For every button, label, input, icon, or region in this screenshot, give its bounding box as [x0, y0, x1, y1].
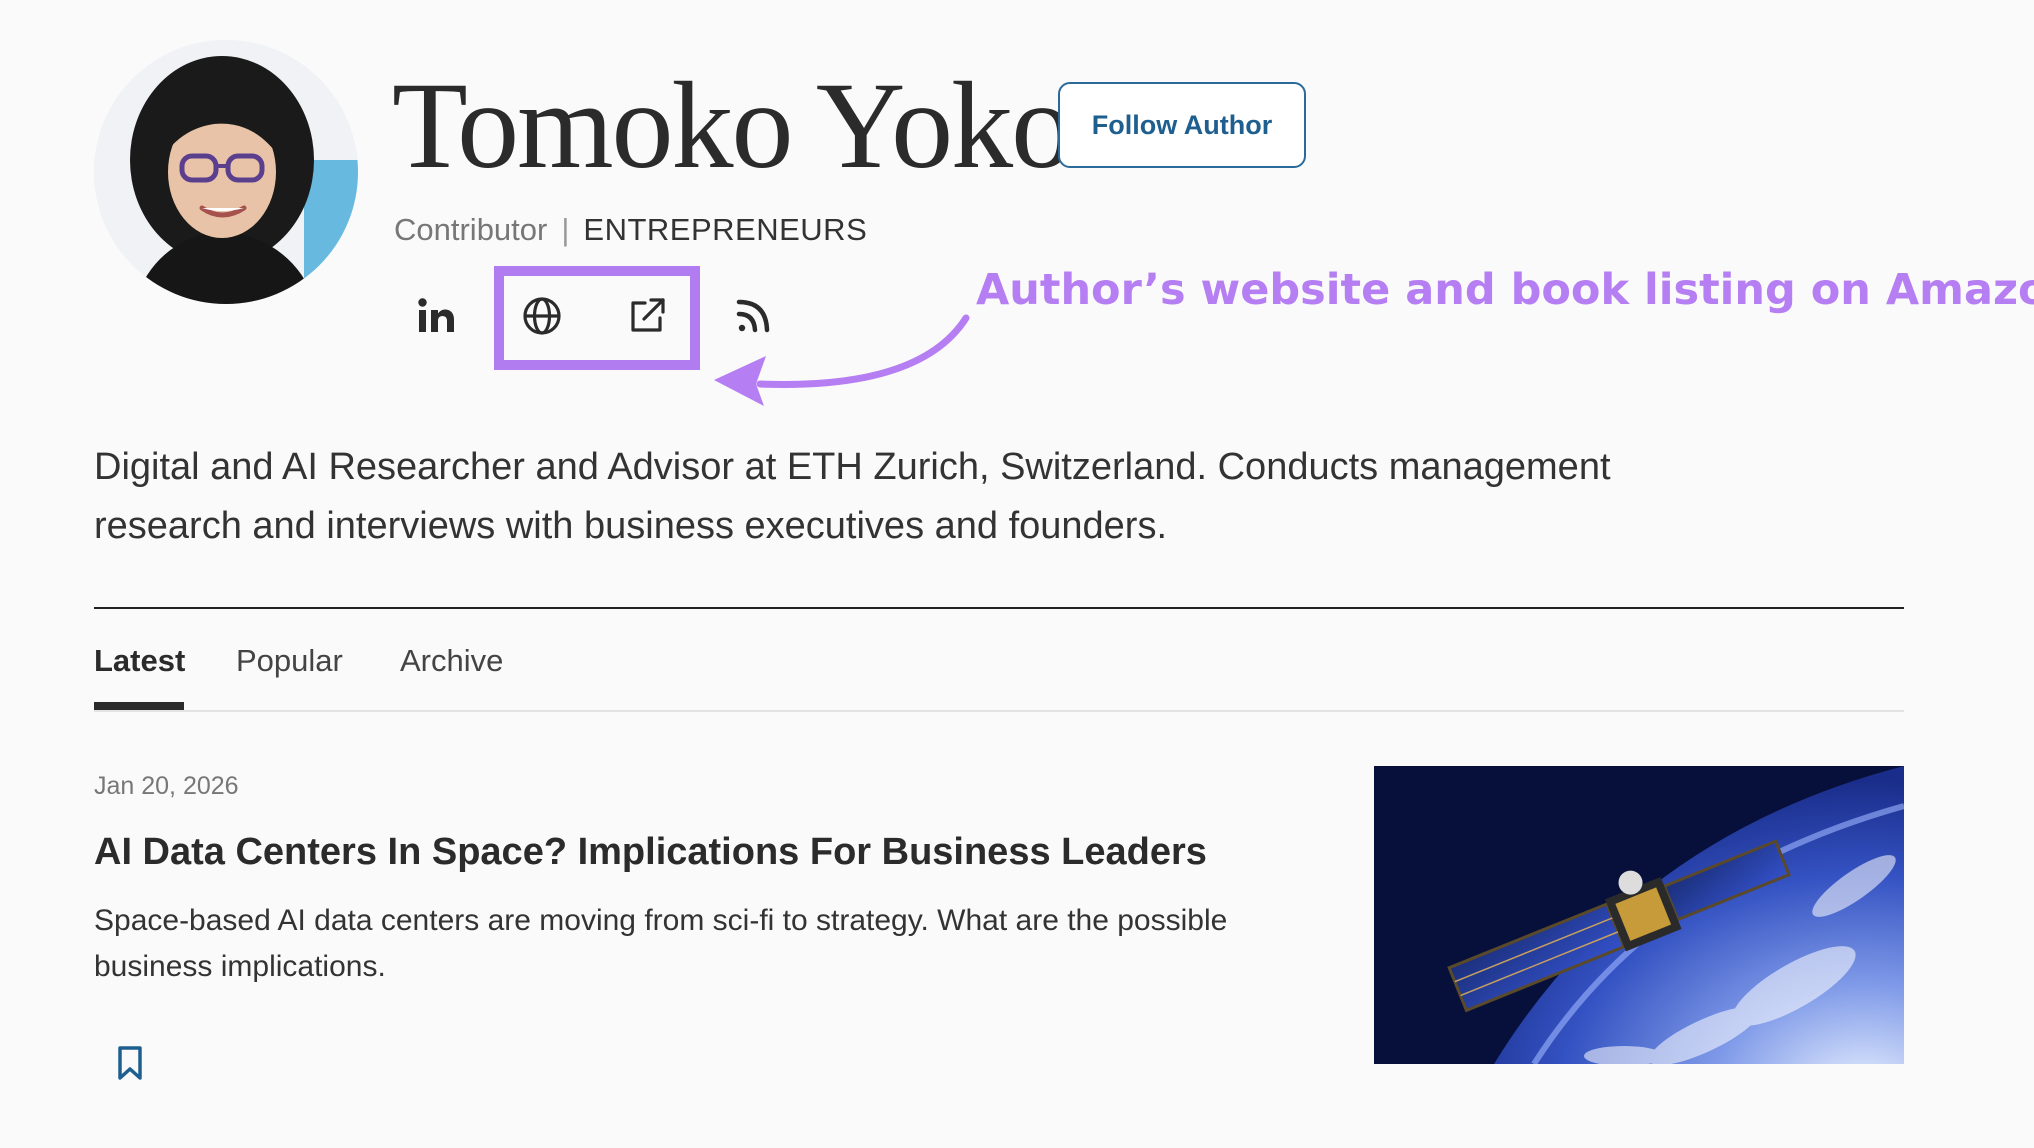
article-title-link[interactable]: AI Data Centers In Space? Implications F… [94, 824, 1207, 880]
author-meta: Contributor | ENTREPRENEURS [394, 210, 867, 250]
author-role: Contributor [394, 212, 548, 247]
author-avatar [94, 40, 358, 304]
author-name: Tomoko Yokoi [392, 57, 1106, 194]
author-section-link[interactable]: ENTREPRENEURS [583, 212, 867, 247]
article-date: Jan 20, 2026 [94, 772, 239, 800]
section-divider [94, 607, 1904, 609]
annotation-arrow [714, 314, 970, 406]
tabs-divider [94, 710, 1904, 712]
author-bio: Digital and AI Researcher and Advisor at… [94, 446, 1611, 547]
linkedin-icon[interactable] [409, 288, 465, 344]
article-summary: Space-based AI data centers are moving f… [94, 904, 1228, 983]
highlight-box [494, 266, 700, 370]
meta-separator: | [561, 212, 570, 247]
bookmark-icon[interactable] [114, 1044, 146, 1082]
annotation-text: Author’s website and book listing on Ama… [976, 265, 2034, 315]
tab-popular[interactable]: Popular [236, 638, 343, 684]
article-thumbnail[interactable] [1374, 766, 1904, 1064]
tab-latest[interactable]: Latest [94, 638, 185, 684]
active-tab-indicator [94, 702, 184, 710]
follow-author-button[interactable]: Follow Author [1058, 82, 1306, 168]
tab-archive[interactable]: Archive [400, 638, 503, 684]
